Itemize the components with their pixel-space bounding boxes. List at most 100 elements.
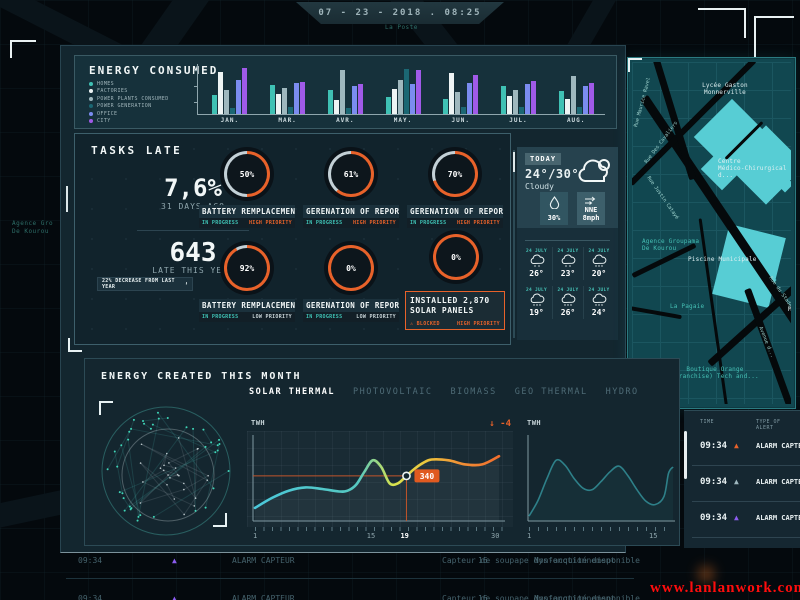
forecast-temp: 20° bbox=[592, 269, 606, 278]
bars bbox=[559, 64, 594, 114]
legend-item[interactable]: CITY bbox=[89, 118, 169, 126]
map-panel: Lycée Gaston MonnervilleCentre Médico-Ch… bbox=[627, 57, 796, 409]
legend-label: HOMES bbox=[97, 81, 114, 87]
alert-row[interactable]: 09:34▲ALARM CAPTEUR bbox=[684, 469, 800, 499]
wind-box: NNE 8mph bbox=[577, 192, 605, 225]
tasks-late-panel: TASKS LATE 7,6% 31 DAYS AGO 643 LATE THI… bbox=[74, 133, 511, 345]
blocked-status: ⚠ BLOCKED bbox=[410, 321, 440, 327]
task-gauge-card: 70%GERENATION OF REPORTIN PROGRESSHIGH P… bbox=[407, 147, 503, 228]
scroll-indicator[interactable] bbox=[513, 152, 515, 172]
corner-bracket-top-right-2 bbox=[754, 16, 794, 60]
task-label: BATTERY REMPLACEMENT bbox=[199, 205, 295, 218]
x-axis-ticks bbox=[529, 527, 673, 531]
alert-row[interactable]: 09:34▲ALARM CAPTEUR bbox=[684, 433, 800, 463]
bar bbox=[212, 95, 217, 114]
task-gauge-card: 92%BATTERY REMPLACEMENTIN PROGRESSLOW PR… bbox=[199, 241, 295, 322]
bar-group: AUG. bbox=[547, 64, 605, 126]
progress-value: 61% bbox=[331, 154, 371, 194]
alert-type-label: ALARM CAPTEUR bbox=[756, 442, 800, 450]
in-progress-status: IN PROGRESS bbox=[306, 220, 342, 226]
decrease-from-last-year-button[interactable]: 22% DECREASE FROM LAST YEAR ⬇ bbox=[97, 277, 193, 291]
corner-bracket-top-right bbox=[698, 8, 746, 38]
bars bbox=[270, 64, 305, 114]
x-axis-ticks bbox=[255, 527, 503, 531]
in-progress-status: IN PROGRESS bbox=[202, 220, 238, 226]
divider bbox=[525, 240, 610, 241]
bar bbox=[455, 92, 460, 115]
map-place-label: Agence Groupama De Kourou bbox=[642, 238, 712, 252]
alert-row[interactable]: 09:34▲ALARM CAPTEUR bbox=[684, 505, 800, 535]
bar bbox=[270, 85, 275, 114]
rain-cloud-icon bbox=[591, 293, 607, 307]
task-status-row: IN PROGRESSHIGH PRIORITY bbox=[407, 218, 503, 228]
today-badge: TODAY bbox=[525, 153, 561, 165]
progress-value: 0% bbox=[331, 248, 371, 288]
tab-hydro[interactable]: HYDRO bbox=[606, 387, 639, 397]
blocked-task-card[interactable]: 0%INSTALLED 2,870SOLAR PANELS⚠ BLOCKEDHI… bbox=[405, 291, 505, 330]
bar bbox=[583, 86, 588, 114]
alert-time: 09:34 bbox=[700, 441, 727, 451]
bar bbox=[404, 69, 409, 114]
bar-group: AVR. bbox=[316, 64, 374, 126]
energy-consumed-legend: HOMESFACTORIESPOWER PLANTS CONSUMEDPOWER… bbox=[89, 80, 169, 125]
bar-group: JUN. bbox=[432, 64, 490, 126]
legend-item[interactable]: POWER GENERATION bbox=[89, 103, 169, 111]
tab-biomass[interactable]: BIOMASS bbox=[450, 387, 496, 397]
secondary-twh-chart: TWH 115 bbox=[523, 419, 679, 541]
bar bbox=[398, 80, 403, 114]
bar bbox=[352, 86, 357, 114]
legend-label: OFFICE bbox=[97, 111, 117, 117]
bar-month-label: JUN. bbox=[452, 117, 470, 124]
droplet-icon bbox=[549, 196, 560, 209]
bar bbox=[559, 91, 564, 114]
bar bbox=[449, 73, 454, 114]
map-canvas[interactable]: Lycée Gaston MonnervilleCentre Médico-Ch… bbox=[632, 62, 791, 404]
y-axis-unit: TWH bbox=[527, 419, 541, 427]
y-axis-unit: TWH bbox=[251, 419, 265, 427]
tab-solar-thermal[interactable]: SOLAR THERMAL bbox=[249, 387, 335, 397]
bars bbox=[501, 64, 536, 114]
legend-dot bbox=[89, 89, 93, 93]
task-gauge-card: 0%GERENATION OF REPORTIN PROGRESSLOW PRI… bbox=[303, 241, 399, 322]
legend-item[interactable]: OFFICE bbox=[89, 110, 169, 118]
task-label: INSTALLED 2,870 bbox=[410, 296, 500, 306]
task-label: SOLAR PANELS bbox=[410, 306, 500, 316]
solar-thermal-chart: TWH ↓ -4 340 1151930 bbox=[247, 419, 513, 541]
legend-item[interactable]: HOMES bbox=[89, 80, 169, 88]
scrollbar[interactable] bbox=[684, 431, 687, 479]
bar bbox=[525, 84, 530, 114]
bar bbox=[461, 107, 466, 115]
x-tick-label: 1 bbox=[527, 532, 531, 540]
corner-bracket-top-left bbox=[10, 40, 36, 58]
legend-item[interactable]: POWER PLANTS CONSUMED bbox=[89, 95, 169, 103]
scroll-indicator[interactable] bbox=[66, 186, 68, 212]
legend-item[interactable]: FACTORIES bbox=[89, 88, 169, 96]
map-street-label: Rue Justin Catayé bbox=[646, 175, 680, 220]
bar bbox=[513, 90, 518, 114]
tab-geo-thermal[interactable]: GEO THERMAL bbox=[515, 387, 588, 397]
column-header-time: TIME bbox=[700, 419, 714, 425]
forecast-cell: 24 JULY19° bbox=[521, 286, 552, 319]
date-time-bar: 07 - 23 - 2018 . 08:25 bbox=[296, 2, 504, 24]
warning-icon: ⚠ bbox=[410, 321, 413, 327]
bar bbox=[276, 94, 281, 114]
alert-type-label: ALARM CAPTEUR bbox=[756, 478, 800, 486]
progress-ring: 50% bbox=[220, 147, 274, 201]
divider bbox=[66, 578, 634, 579]
bars bbox=[212, 64, 247, 114]
delta-indicator: ↓ -4 bbox=[489, 419, 511, 429]
task-gauge-card: 50%BATTERY REMPLACEMENTIN PROGRESSHIGH P… bbox=[199, 147, 295, 228]
task-status-row: IN PROGRESSLOW PRIORITY bbox=[303, 312, 399, 322]
today-condition: Cloudy bbox=[525, 182, 554, 191]
bar-group: MAY. bbox=[374, 64, 432, 126]
forecast-temp: 23° bbox=[561, 269, 575, 278]
bar bbox=[300, 82, 305, 115]
alert-row[interactable]: 09:34▲ALARM CAPTEUR bbox=[684, 541, 800, 548]
task-status-row: IN PROGRESSHIGH PRIORITY bbox=[303, 218, 399, 228]
bar bbox=[589, 83, 594, 114]
tab-photovoltaic[interactable]: PHOTOVOLTAIC bbox=[353, 387, 432, 397]
y-axis bbox=[197, 64, 198, 114]
line-chart-svg bbox=[523, 431, 679, 527]
wind-value: NNE 8mph bbox=[583, 206, 600, 222]
alert-type-label: ALARM CAPTEUR bbox=[756, 514, 800, 522]
